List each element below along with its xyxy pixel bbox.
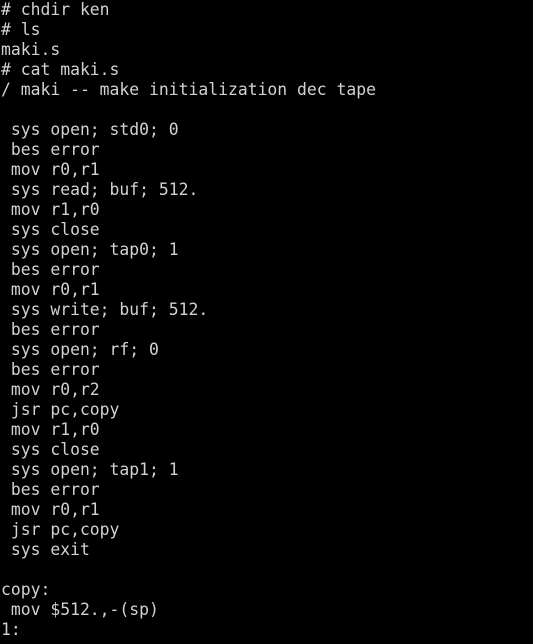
terminal-line: sys exit (1, 540, 90, 559)
terminal-line: # ls (1, 20, 41, 39)
terminal-line: 1: (1, 620, 21, 639)
terminal-line: copy: (1, 580, 51, 599)
terminal-line: sys open; std0; 0 (1, 120, 179, 139)
terminal-line: jsr pc,copy (1, 520, 120, 539)
terminal-line: # chdir ken (1, 0, 110, 19)
terminal-line: sys close (1, 440, 100, 459)
terminal-line: bes error (1, 480, 100, 499)
terminal-line: maki.s (1, 40, 61, 59)
terminal-line: mov r0,r1 (1, 500, 100, 519)
terminal-line: sys write; buf; 512. (1, 300, 209, 319)
terminal-line: bes error (1, 140, 100, 159)
terminal-line: bes error (1, 260, 100, 279)
terminal-line: mov $512.,-(sp) (1, 600, 159, 619)
terminal-line: sys open; tap0; 1 (1, 240, 179, 259)
terminal-line: # cat maki.s (1, 60, 120, 79)
terminal-line: sys close (1, 220, 100, 239)
terminal-line: mov r0,r1 (1, 280, 100, 299)
terminal-window[interactable]: # chdir ken # ls maki.s # cat maki.s / m… (0, 0, 533, 644)
terminal-line: bes error (1, 320, 100, 339)
terminal-line: / maki -- make initialization dec tape (1, 80, 376, 99)
terminal-line: mov r1,r0 (1, 200, 100, 219)
terminal-output: # chdir ken # ls maki.s # cat maki.s / m… (1, 0, 376, 640)
terminal-line: sys open; rf; 0 (1, 340, 159, 359)
terminal-line: sys read; buf; 512. (1, 180, 199, 199)
terminal-line: bes error (1, 360, 100, 379)
terminal-line: jsr pc,copy (1, 400, 120, 419)
terminal-line: sys open; tap1; 1 (1, 460, 179, 479)
terminal-line: mov r0,r2 (1, 380, 100, 399)
terminal-line: mov r1,r0 (1, 420, 100, 439)
terminal-line: mov r0,r1 (1, 160, 100, 179)
